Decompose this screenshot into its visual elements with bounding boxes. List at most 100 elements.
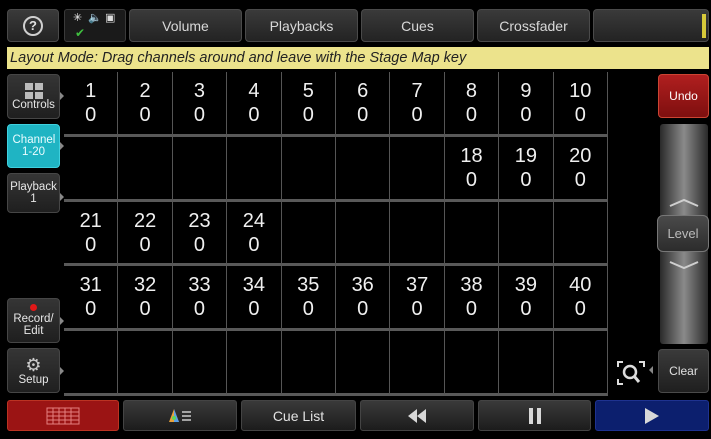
channel-cell[interactable]: 39 0 [499,266,554,332]
channel-cell[interactable]: 18 0 [444,136,500,202]
channel-cell[interactable]: 36 0 [336,266,391,332]
empty-cell[interactable] [336,136,391,202]
channel-cell[interactable]: 35 0 [281,266,336,332]
channel-value: 0 [465,168,478,191]
channel-number: 5 [302,80,314,102]
channel-button[interactable]: Channel 1-20 [7,124,60,168]
empty-cell[interactable] [553,201,608,267]
channel-cell[interactable]: 23 0 [172,201,228,267]
channel-value: 0 [193,233,206,256]
channel-number: 39 [514,274,537,297]
channel-number: 8 [465,80,478,102]
empty-cell[interactable] [499,201,554,267]
empty-cell[interactable] [336,331,391,396]
empty-cell[interactable] [390,136,445,202]
channel-cell[interactable]: 10 [64,72,119,137]
channel-cell[interactable]: 20 [118,72,173,137]
empty-cell[interactable] [281,136,336,202]
empty-cell[interactable] [553,331,608,396]
empty-cell[interactable] [172,331,228,396]
channel-cell[interactable]: 22 0 [118,201,173,267]
empty-cell[interactable] [118,136,173,202]
empty-cell[interactable] [499,331,554,396]
channel-cell[interactable]: 40 0 [553,266,608,332]
level-handle[interactable]: Level [657,215,709,252]
channel-number: 2 [139,80,151,102]
channel-cell[interactable]: 60 [336,72,391,137]
crossfader-button[interactable]: Crossfader [477,9,590,42]
empty-cell[interactable] [390,201,445,267]
empty-cell[interactable] [444,201,500,267]
color-fx-icon [169,408,191,422]
clear-button[interactable]: Clear [658,349,709,393]
empty-cell[interactable] [64,331,119,396]
empty-cell[interactable] [390,331,445,396]
channel-value: 0 [85,298,97,321]
channel-cell[interactable]: 32 0 [118,266,173,332]
channel-cell[interactable]: 38 0 [444,266,500,332]
empty-cell[interactable] [444,331,500,396]
empty-cell[interactable] [118,331,173,396]
channel-cell[interactable]: 50 [281,72,336,137]
layout-mode-banner: Layout Mode: Drag channels around and le… [7,47,709,69]
channel-grid: 1 0 2 0 3 0 4 0 5 0 6 0 7 0 8 0 9 0 10 0 18 0 19 0 20 0 21 0 22 0 23 0 2… [64,72,608,396]
cue-list-button[interactable]: Cue List [241,400,356,431]
record-dot-icon [30,304,37,311]
empty-cell[interactable] [227,331,282,396]
playback-button[interactable]: Playback 1 [7,173,60,213]
pause-button[interactable] [478,400,591,431]
sun-icon: ✳ [73,12,83,24]
empty-cell[interactable] [281,201,336,267]
record-edit-button[interactable]: Record/ Edit [7,298,60,343]
play-icon [645,407,659,424]
yellow-indicator [702,14,706,38]
channel-number: 3 [193,80,206,102]
help-button[interactable]: ? [7,9,59,42]
undo-button[interactable]: Undo [658,74,709,118]
empty-cell[interactable] [281,331,336,396]
cues-button[interactable]: Cues [361,9,474,42]
channel-cell[interactable]: 90 [499,72,554,137]
channel-cell[interactable]: 37 0 [390,266,445,332]
channel-cell[interactable]: 40 [227,72,282,137]
channel-number: 34 [242,274,265,297]
channel-value: 0 [248,233,260,256]
channel-cell[interactable]: 19 0 [499,136,554,202]
extra-toolbar-button[interactable] [593,9,709,42]
channel-cell[interactable]: 80 [444,72,500,137]
clear-arrow-icon [649,366,653,374]
status-indicators[interactable]: ✳ 🔈 ▣ ✔ [64,9,126,42]
stage-map-button[interactable] [7,400,119,431]
channel-cell[interactable]: 34 0 [227,266,282,332]
channel-cell[interactable]: 31 0 [64,266,119,332]
channel-number: 18 [460,144,483,167]
channel-cell[interactable]: 30 [172,72,228,137]
channel-cell[interactable]: 20 0 [553,136,608,202]
play-button[interactable] [595,400,709,431]
channel-cell[interactable]: 24 0 [227,201,282,267]
channel-value: 0 [465,104,478,126]
playbacks-button[interactable]: Playbacks [245,9,358,42]
zoom-icon[interactable] [616,360,646,386]
empty-cell[interactable] [227,136,282,202]
channel-value: 0 [411,298,423,321]
channel-number: 10 [569,80,592,102]
rewind-button[interactable] [360,400,474,431]
empty-cell[interactable] [336,201,391,267]
channel-cell[interactable]: 33 0 [172,266,228,332]
setup-button[interactable]: ⚙ Setup [7,348,60,393]
color-fx-button[interactable] [123,400,237,431]
volume-button[interactable]: Volume [129,9,242,42]
channel-value: 0 [357,104,369,126]
channel-number: 20 [569,144,592,167]
empty-cell[interactable] [172,136,228,202]
channel-value: 0 [85,233,97,256]
channel-value: 0 [193,104,206,126]
channel-cell[interactable]: 10 0 [553,72,608,137]
channel-value: 0 [139,104,151,126]
record-edit-label: Record/ Edit [13,313,54,337]
controls-button[interactable]: Controls [7,74,60,119]
channel-cell[interactable]: 21 0 [64,201,119,267]
channel-cell[interactable]: 70 [390,72,445,137]
empty-cell[interactable] [64,136,119,202]
